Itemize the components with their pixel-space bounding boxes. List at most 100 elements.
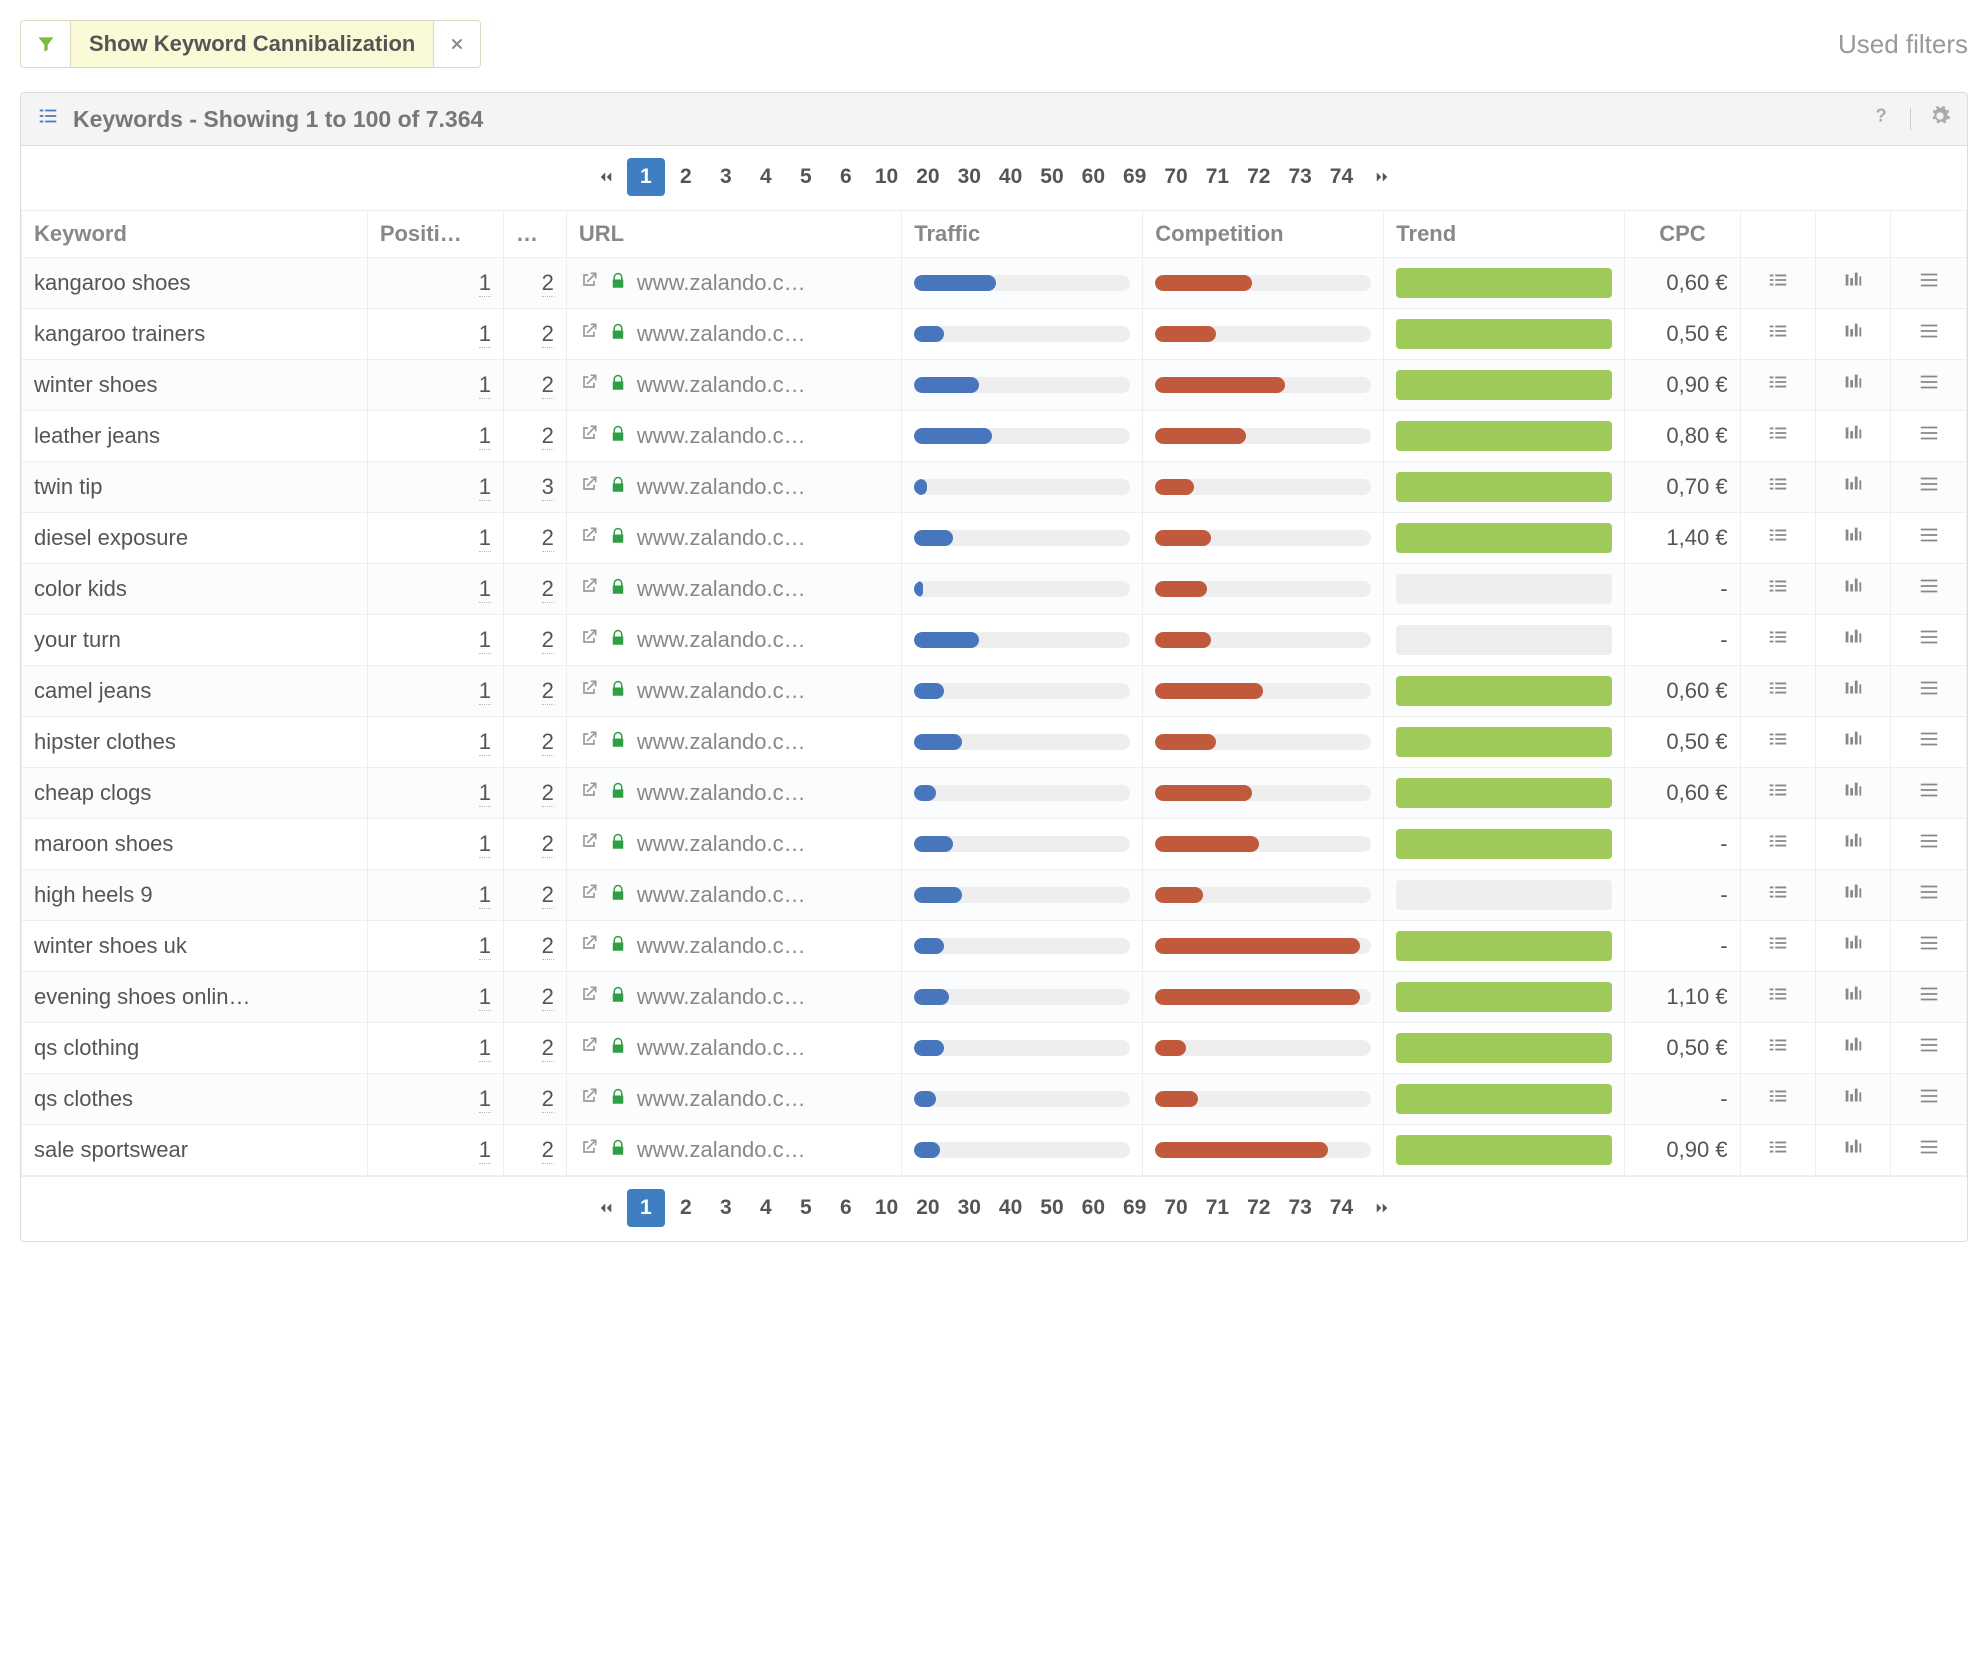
keyword-cell[interactable]: maroon shoes bbox=[22, 819, 368, 870]
page-30[interactable]: 30 bbox=[950, 158, 989, 196]
row-action-list-icon[interactable] bbox=[1891, 513, 1967, 564]
external-link-icon[interactable] bbox=[579, 372, 599, 398]
external-link-icon[interactable] bbox=[579, 474, 599, 500]
page-20[interactable]: 20 bbox=[908, 158, 947, 196]
row-action-chart-icon[interactable] bbox=[1816, 513, 1891, 564]
page-50[interactable]: 50 bbox=[1032, 1189, 1071, 1227]
row-action-chart-icon[interactable] bbox=[1816, 819, 1891, 870]
row-action-details-icon[interactable] bbox=[1740, 870, 1815, 921]
page-6[interactable]: 6 bbox=[827, 158, 865, 196]
page-5[interactable]: 5 bbox=[787, 158, 825, 196]
page-74[interactable]: 74 bbox=[1322, 158, 1361, 196]
row-action-chart-icon[interactable] bbox=[1816, 717, 1891, 768]
keyword-cell[interactable]: evening shoes onlin… bbox=[22, 972, 368, 1023]
keyword-cell[interactable]: cheap clogs bbox=[22, 768, 368, 819]
row-action-chart-icon[interactable] bbox=[1816, 360, 1891, 411]
page-70[interactable]: 70 bbox=[1156, 1189, 1195, 1227]
keyword-cell[interactable]: qs clothes bbox=[22, 1074, 368, 1125]
url-cell[interactable]: www.zalando.c… bbox=[566, 768, 901, 819]
page-69[interactable]: 69 bbox=[1115, 158, 1154, 196]
page-20[interactable]: 20 bbox=[908, 1189, 947, 1227]
row-action-list-icon[interactable] bbox=[1891, 462, 1967, 513]
url-cell[interactable]: www.zalando.c… bbox=[566, 462, 901, 513]
page-70[interactable]: 70 bbox=[1156, 158, 1195, 196]
external-link-icon[interactable] bbox=[579, 1035, 599, 1061]
row-action-list-icon[interactable] bbox=[1891, 1125, 1967, 1176]
row-action-list-icon[interactable] bbox=[1891, 972, 1967, 1023]
row-action-list-icon[interactable] bbox=[1891, 309, 1967, 360]
page-prev[interactable] bbox=[587, 158, 625, 196]
row-action-chart-icon[interactable] bbox=[1816, 972, 1891, 1023]
row-action-chart-icon[interactable] bbox=[1816, 1074, 1891, 1125]
page-30[interactable]: 30 bbox=[950, 1189, 989, 1227]
url-cell[interactable]: www.zalando.c… bbox=[566, 360, 901, 411]
row-action-details-icon[interactable] bbox=[1740, 1023, 1815, 1074]
keyword-cell[interactable]: camel jeans bbox=[22, 666, 368, 717]
page-next[interactable] bbox=[1363, 158, 1401, 196]
page-40[interactable]: 40 bbox=[991, 158, 1030, 196]
row-action-list-icon[interactable] bbox=[1891, 717, 1967, 768]
external-link-icon[interactable] bbox=[579, 831, 599, 857]
url-cell[interactable]: www.zalando.c… bbox=[566, 309, 901, 360]
row-action-details-icon[interactable] bbox=[1740, 462, 1815, 513]
url-cell[interactable]: www.zalando.c… bbox=[566, 870, 901, 921]
filter-chip[interactable]: Show Keyword Cannibalization bbox=[20, 20, 481, 68]
row-action-chart-icon[interactable] bbox=[1816, 411, 1891, 462]
page-40[interactable]: 40 bbox=[991, 1189, 1030, 1227]
page-69[interactable]: 69 bbox=[1115, 1189, 1154, 1227]
url-cell[interactable]: www.zalando.c… bbox=[566, 1023, 901, 1074]
row-action-details-icon[interactable] bbox=[1740, 717, 1815, 768]
page-10[interactable]: 10 bbox=[867, 1189, 906, 1227]
row-action-list-icon[interactable] bbox=[1891, 921, 1967, 972]
col-secondary[interactable]: … bbox=[504, 211, 567, 258]
row-action-details-icon[interactable] bbox=[1740, 411, 1815, 462]
page-71[interactable]: 71 bbox=[1198, 158, 1237, 196]
external-link-icon[interactable] bbox=[579, 270, 599, 296]
used-filters-link[interactable]: Used filters bbox=[1838, 29, 1968, 60]
keyword-cell[interactable]: twin tip bbox=[22, 462, 368, 513]
row-action-chart-icon[interactable] bbox=[1816, 564, 1891, 615]
keyword-cell[interactable]: sale sportswear bbox=[22, 1125, 368, 1176]
page-3[interactable]: 3 bbox=[707, 158, 745, 196]
page-73[interactable]: 73 bbox=[1280, 1189, 1319, 1227]
external-link-icon[interactable] bbox=[579, 321, 599, 347]
row-action-list-icon[interactable] bbox=[1891, 258, 1967, 309]
page-2[interactable]: 2 bbox=[667, 1189, 705, 1227]
row-action-details-icon[interactable] bbox=[1740, 615, 1815, 666]
row-action-details-icon[interactable] bbox=[1740, 564, 1815, 615]
col-trend[interactable]: Trend bbox=[1384, 211, 1625, 258]
external-link-icon[interactable] bbox=[579, 729, 599, 755]
page-60[interactable]: 60 bbox=[1074, 1189, 1113, 1227]
close-icon[interactable] bbox=[434, 21, 480, 67]
col-keyword[interactable]: Keyword bbox=[22, 211, 368, 258]
keyword-cell[interactable]: kangaroo shoes bbox=[22, 258, 368, 309]
row-action-chart-icon[interactable] bbox=[1816, 258, 1891, 309]
help-icon[interactable]: ? bbox=[1870, 105, 1892, 133]
page-next[interactable] bbox=[1363, 1189, 1401, 1227]
external-link-icon[interactable] bbox=[579, 627, 599, 653]
row-action-chart-icon[interactable] bbox=[1816, 921, 1891, 972]
keyword-cell[interactable]: high heels 9 bbox=[22, 870, 368, 921]
page-5[interactable]: 5 bbox=[787, 1189, 825, 1227]
col-competition[interactable]: Competition bbox=[1143, 211, 1384, 258]
row-action-details-icon[interactable] bbox=[1740, 1074, 1815, 1125]
url-cell[interactable]: www.zalando.c… bbox=[566, 615, 901, 666]
keyword-cell[interactable]: qs clothing bbox=[22, 1023, 368, 1074]
url-cell[interactable]: www.zalando.c… bbox=[566, 564, 901, 615]
row-action-details-icon[interactable] bbox=[1740, 513, 1815, 564]
row-action-list-icon[interactable] bbox=[1891, 870, 1967, 921]
url-cell[interactable]: www.zalando.c… bbox=[566, 921, 901, 972]
page-4[interactable]: 4 bbox=[747, 1189, 785, 1227]
url-cell[interactable]: www.zalando.c… bbox=[566, 411, 901, 462]
url-cell[interactable]: www.zalando.c… bbox=[566, 513, 901, 564]
keyword-cell[interactable]: kangaroo trainers bbox=[22, 309, 368, 360]
list-view-icon[interactable] bbox=[37, 105, 59, 133]
row-action-chart-icon[interactable] bbox=[1816, 870, 1891, 921]
row-action-details-icon[interactable] bbox=[1740, 921, 1815, 972]
row-action-details-icon[interactable] bbox=[1740, 666, 1815, 717]
row-action-list-icon[interactable] bbox=[1891, 1074, 1967, 1125]
page-2[interactable]: 2 bbox=[667, 158, 705, 196]
row-action-chart-icon[interactable] bbox=[1816, 768, 1891, 819]
external-link-icon[interactable] bbox=[579, 423, 599, 449]
page-1[interactable]: 1 bbox=[627, 1189, 665, 1227]
